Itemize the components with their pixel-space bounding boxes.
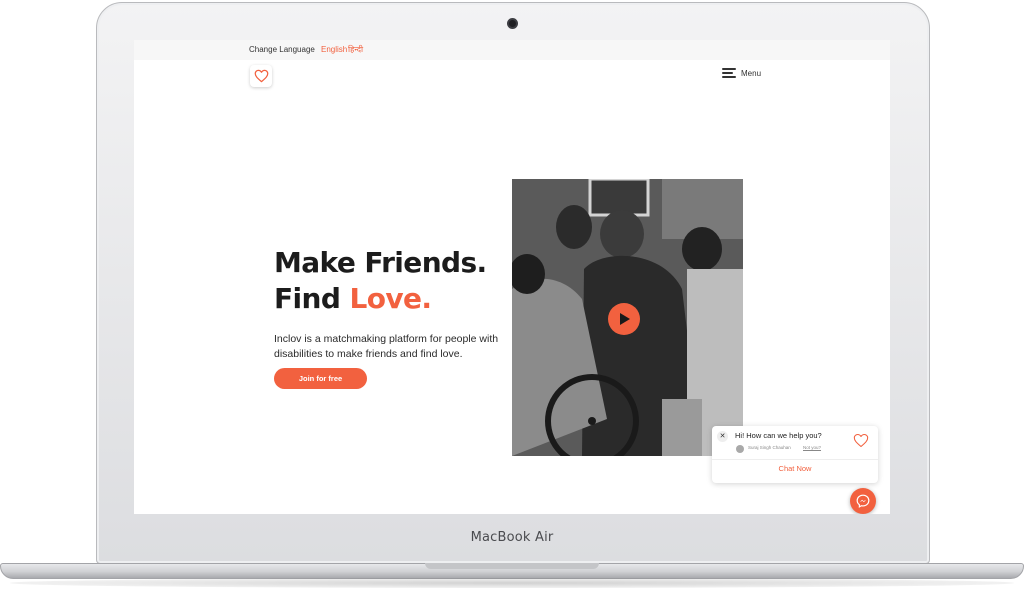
- hamburger-icon: [722, 68, 736, 78]
- messenger-icon: [856, 494, 870, 508]
- device-brand-label: MacBook Air: [470, 530, 554, 545]
- logo-button[interactable]: [250, 65, 272, 87]
- hero-headline: Make Friends. Find Love.: [274, 245, 487, 317]
- hero-video[interactable]: [512, 179, 743, 456]
- language-bar: Change Language English हिन्दी: [134, 40, 890, 60]
- chat-widget: ✕ Hi! How can we help you? Suraj Singh C…: [712, 426, 878, 483]
- chat-divider: [712, 459, 878, 460]
- close-icon[interactable]: ✕: [717, 431, 728, 442]
- chat-agent-name: Suraj Singh Chauhan: [748, 445, 791, 450]
- headline-prefix: Find: [274, 282, 350, 315]
- messenger-button[interactable]: [850, 488, 876, 514]
- chat-greeting: Hi! How can we help you?: [735, 431, 822, 440]
- play-icon: [620, 313, 630, 325]
- heart-outline-icon: [853, 433, 869, 448]
- avatar: [736, 445, 744, 453]
- headline-line-2: Find Love.: [274, 281, 487, 317]
- language-english-link[interactable]: English: [321, 45, 347, 54]
- headline-line-1: Make Friends.: [274, 246, 487, 279]
- menu-button[interactable]: Menu: [722, 68, 761, 78]
- chat-now-button[interactable]: Chat Now: [712, 464, 878, 473]
- headline-accent: Love.: [349, 282, 432, 315]
- camera-icon: [507, 18, 518, 29]
- laptop-notch: [425, 563, 599, 569]
- heart-outline-icon: [254, 69, 268, 83]
- language-hindi-link[interactable]: हिन्दी: [348, 44, 363, 55]
- hero-tagline: Inclov is a matchmaking platform for peo…: [274, 333, 499, 360]
- laptop-shadow: [10, 578, 1014, 588]
- menu-label: Menu: [741, 68, 762, 78]
- chat-not-you-link[interactable]: Not you?: [803, 445, 821, 450]
- change-language-label: Change Language: [249, 45, 315, 54]
- join-for-free-button[interactable]: Join for free: [274, 368, 367, 389]
- play-button[interactable]: [608, 303, 640, 335]
- screen: Change Language English हिन्दी Menu Make…: [134, 40, 890, 514]
